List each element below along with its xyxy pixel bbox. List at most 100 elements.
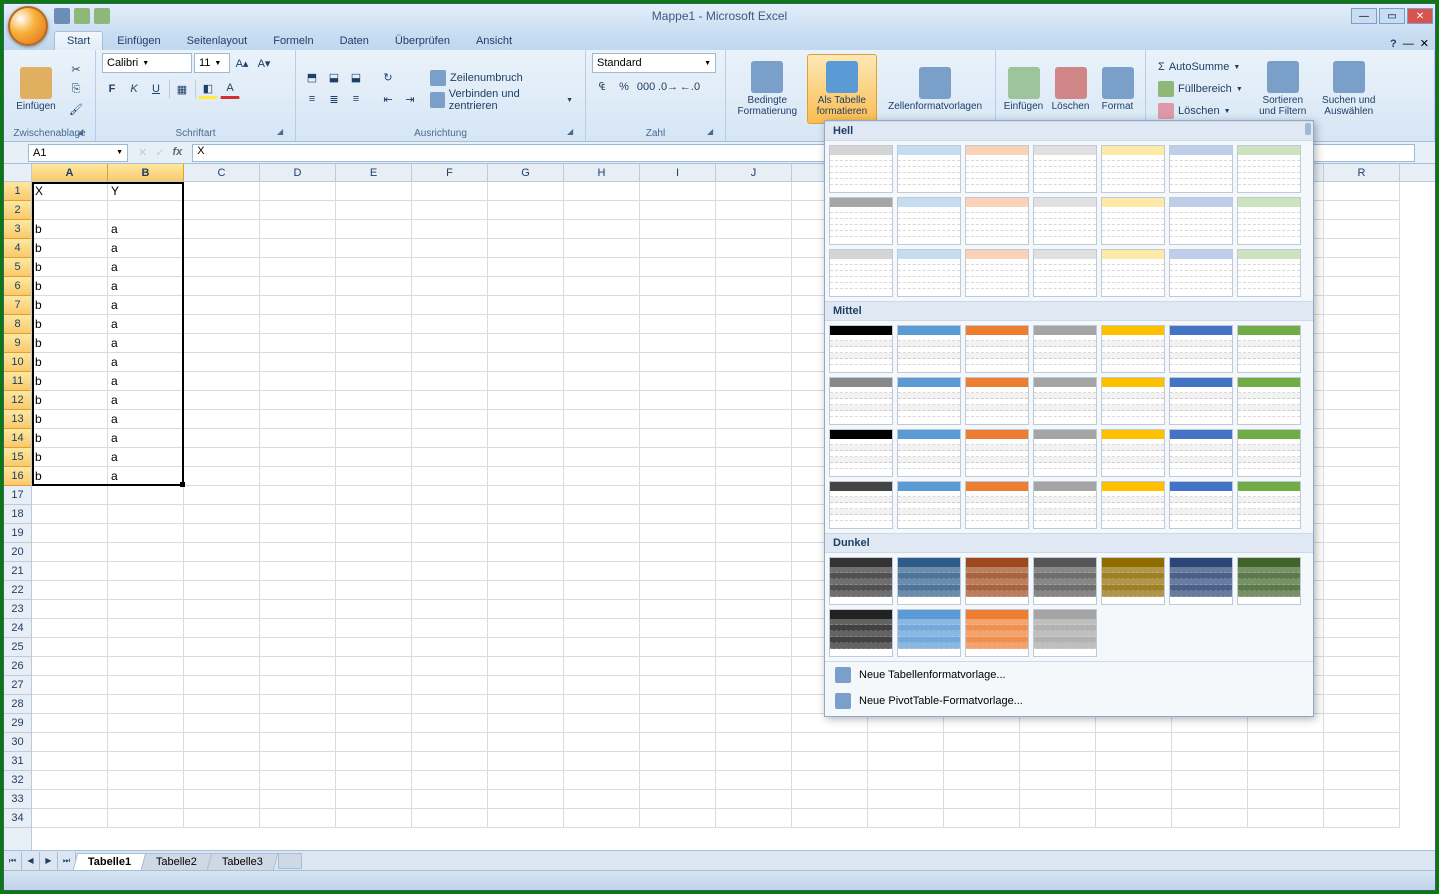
table-style-thumbnail[interactable] bbox=[1169, 249, 1233, 297]
office-button[interactable] bbox=[8, 6, 48, 46]
table-style-thumbnail[interactable] bbox=[1033, 609, 1097, 657]
cell[interactable] bbox=[564, 619, 640, 638]
currency-icon[interactable]: ₠ bbox=[592, 77, 612, 97]
cell[interactable] bbox=[412, 296, 488, 315]
column-header[interactable]: J bbox=[716, 164, 792, 181]
cell[interactable] bbox=[108, 581, 184, 600]
cell[interactable] bbox=[944, 733, 1020, 752]
cell[interactable] bbox=[640, 619, 716, 638]
cell[interactable] bbox=[336, 315, 412, 334]
cell[interactable] bbox=[716, 505, 792, 524]
new-sheet-button[interactable] bbox=[278, 853, 302, 869]
cell[interactable] bbox=[336, 562, 412, 581]
minimize-button[interactable]: — bbox=[1351, 8, 1377, 24]
cell[interactable]: a bbox=[108, 391, 184, 410]
row-header[interactable]: 25 bbox=[4, 638, 31, 657]
cell[interactable] bbox=[716, 277, 792, 296]
cell[interactable] bbox=[1324, 562, 1400, 581]
table-style-thumbnail[interactable] bbox=[829, 325, 893, 373]
cell[interactable] bbox=[1324, 771, 1400, 790]
align-center-icon[interactable]: ≣ bbox=[324, 89, 344, 109]
cell[interactable] bbox=[640, 410, 716, 429]
cell[interactable] bbox=[792, 771, 868, 790]
font-name-combo[interactable]: Calibri▼ bbox=[102, 53, 192, 73]
fill-button[interactable]: Füllbereich▼ bbox=[1152, 78, 1249, 100]
cell[interactable] bbox=[336, 809, 412, 828]
row-header[interactable]: 31 bbox=[4, 752, 31, 771]
cell[interactable] bbox=[32, 486, 108, 505]
table-style-thumbnail[interactable] bbox=[1169, 197, 1233, 245]
cell[interactable] bbox=[564, 562, 640, 581]
cell[interactable] bbox=[1172, 771, 1248, 790]
cell[interactable] bbox=[336, 638, 412, 657]
tab-einfuegen[interactable]: Einfügen bbox=[105, 32, 172, 50]
table-style-thumbnail[interactable] bbox=[965, 557, 1029, 605]
cell[interactable] bbox=[944, 790, 1020, 809]
row-header[interactable]: 34 bbox=[4, 809, 31, 828]
cell[interactable] bbox=[640, 505, 716, 524]
table-style-thumbnail[interactable] bbox=[1101, 481, 1165, 529]
row-header[interactable]: 20 bbox=[4, 543, 31, 562]
cell[interactable] bbox=[564, 201, 640, 220]
cell[interactable] bbox=[564, 486, 640, 505]
table-style-thumbnail[interactable] bbox=[1101, 197, 1165, 245]
row-header[interactable]: 33 bbox=[4, 790, 31, 809]
cell[interactable] bbox=[260, 581, 336, 600]
row-header[interactable]: 23 bbox=[4, 600, 31, 619]
cell[interactable] bbox=[1324, 296, 1400, 315]
cell[interactable] bbox=[640, 714, 716, 733]
cell[interactable] bbox=[412, 676, 488, 695]
cell[interactable] bbox=[564, 277, 640, 296]
row-header[interactable]: 26 bbox=[4, 657, 31, 676]
table-style-thumbnail[interactable] bbox=[965, 145, 1029, 193]
number-format-combo[interactable]: Standard▼ bbox=[592, 53, 716, 73]
cell[interactable] bbox=[716, 714, 792, 733]
cell[interactable] bbox=[184, 239, 260, 258]
format-as-table-button[interactable]: Als Tabelle formatieren bbox=[807, 54, 878, 124]
cell[interactable] bbox=[944, 809, 1020, 828]
table-style-thumbnail[interactable] bbox=[1101, 249, 1165, 297]
decrease-indent-icon[interactable]: ⇤ bbox=[378, 89, 398, 109]
cell[interactable] bbox=[1172, 790, 1248, 809]
cell[interactable] bbox=[564, 638, 640, 657]
table-style-thumbnail[interactable] bbox=[1169, 325, 1233, 373]
cell[interactable] bbox=[488, 201, 564, 220]
cell[interactable] bbox=[564, 410, 640, 429]
cell[interactable] bbox=[640, 600, 716, 619]
cell[interactable] bbox=[336, 600, 412, 619]
cell[interactable] bbox=[336, 619, 412, 638]
cell[interactable] bbox=[412, 619, 488, 638]
table-style-thumbnail[interactable] bbox=[1237, 197, 1301, 245]
row-header[interactable]: 30 bbox=[4, 733, 31, 752]
cell[interactable] bbox=[716, 372, 792, 391]
cell[interactable] bbox=[32, 714, 108, 733]
cell[interactable] bbox=[488, 809, 564, 828]
cell[interactable] bbox=[412, 410, 488, 429]
cell[interactable] bbox=[716, 676, 792, 695]
cell[interactable] bbox=[1324, 790, 1400, 809]
cell[interactable] bbox=[716, 657, 792, 676]
cell[interactable] bbox=[260, 714, 336, 733]
cell[interactable] bbox=[1324, 676, 1400, 695]
cell[interactable] bbox=[488, 524, 564, 543]
cell[interactable] bbox=[792, 752, 868, 771]
cell[interactable] bbox=[716, 562, 792, 581]
cell[interactable] bbox=[260, 201, 336, 220]
table-style-thumbnail[interactable] bbox=[1101, 145, 1165, 193]
cell[interactable] bbox=[260, 486, 336, 505]
cell[interactable] bbox=[412, 315, 488, 334]
tab-formeln[interactable]: Formeln bbox=[261, 32, 325, 50]
cell[interactable] bbox=[488, 752, 564, 771]
cell[interactable] bbox=[1324, 486, 1400, 505]
cell[interactable] bbox=[792, 790, 868, 809]
cell[interactable] bbox=[108, 771, 184, 790]
table-style-thumbnail[interactable] bbox=[1033, 429, 1097, 477]
cell[interactable] bbox=[412, 486, 488, 505]
cell[interactable]: a bbox=[108, 410, 184, 429]
cell[interactable] bbox=[412, 752, 488, 771]
cell[interactable] bbox=[32, 524, 108, 543]
cell[interactable] bbox=[1324, 581, 1400, 600]
cell[interactable] bbox=[1324, 809, 1400, 828]
table-style-thumbnail[interactable] bbox=[1033, 197, 1097, 245]
table-style-thumbnail[interactable] bbox=[829, 197, 893, 245]
